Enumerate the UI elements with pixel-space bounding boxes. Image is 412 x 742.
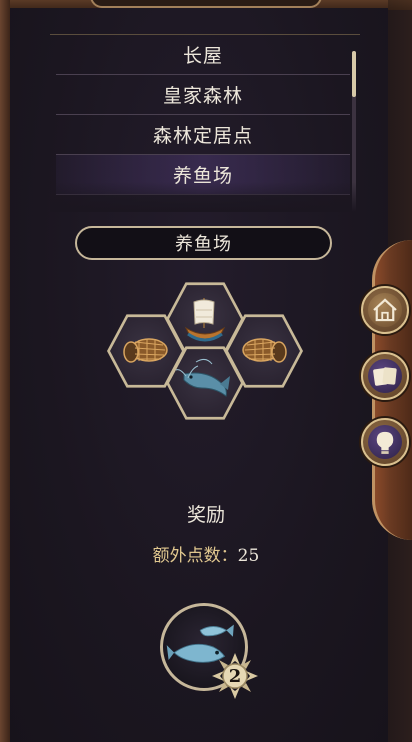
hint-button[interactable] <box>361 418 409 466</box>
list-item-forest-settlement[interactable]: 森林定居点 <box>56 115 350 155</box>
extra-points-value: 25 <box>237 546 260 566</box>
top-tab <box>90 0 322 8</box>
lightbulb-icon <box>376 431 394 454</box>
selected-location-name: 养鱼场 <box>75 226 332 260</box>
list-item-label: 长屋 <box>182 45 223 67</box>
home-button[interactable] <box>361 286 409 334</box>
reward-count-badge: 2 <box>210 651 260 701</box>
list-item-label: 养鱼场 <box>172 165 233 187</box>
cards-icon <box>373 367 397 386</box>
extra-points-label: 额外点数： <box>152 546 238 566</box>
cards-button[interactable] <box>361 352 409 400</box>
reward-title: 奖励 <box>186 504 225 526</box>
location-list[interactable]: 长屋 皇家森林 森林定居点 养鱼场 <box>50 34 360 212</box>
list-item-label: 森林定居点 <box>152 125 253 147</box>
scroll-thumb[interactable] <box>352 51 356 97</box>
left-frame <box>0 0 10 742</box>
extra-points: 额外点数：25 <box>0 541 412 566</box>
list-item-royal-forest[interactable]: 皇家森林 <box>56 75 350 115</box>
house-icon <box>373 298 397 322</box>
list-item-label: 皇家森林 <box>162 85 243 107</box>
list-scrollbar[interactable] <box>352 51 356 212</box>
selected-location-label: 养鱼场 <box>175 234 232 255</box>
badge-count: 2 <box>228 665 242 687</box>
list-item-next[interactable] <box>56 195 350 212</box>
list-item-longhouse[interactable]: 长屋 <box>56 35 350 75</box>
list-item-fish-farm[interactable]: 养鱼场 <box>56 155 350 195</box>
